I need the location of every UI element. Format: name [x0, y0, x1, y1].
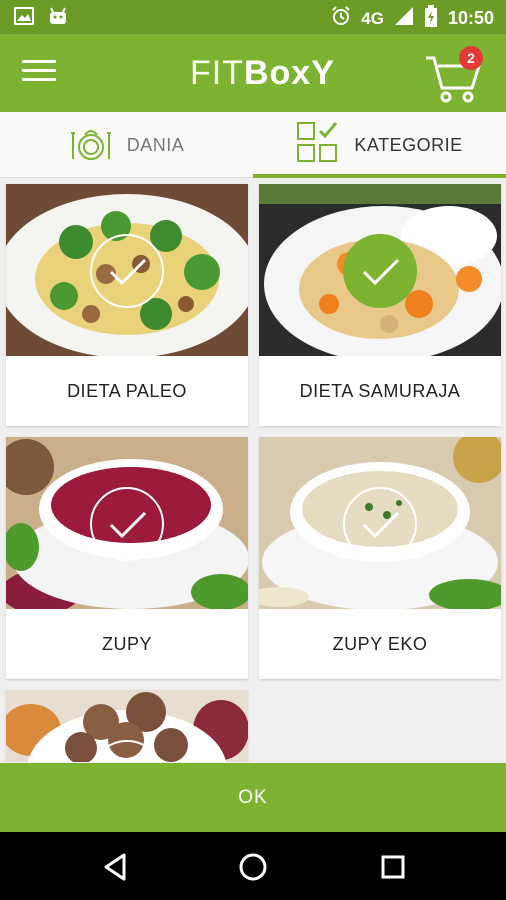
category-grid: DIETA PALEO DIETA SAMURAJA ZUPY ZUPY EKO — [0, 178, 506, 762]
logo-text-bold: BoxY — [243, 54, 335, 92]
recents-icon[interactable] — [376, 850, 410, 884]
ok-button[interactable]: OK — [0, 763, 506, 832]
category-card-zupy[interactable]: ZUPY — [6, 437, 248, 679]
back-icon[interactable] — [98, 850, 132, 884]
category-card-dieta-samuraja[interactable]: DIETA SAMURAJA — [259, 184, 501, 426]
tab-kategorie[interactable]: KATEGORIE — [253, 112, 506, 178]
category-card-5[interactable] — [6, 690, 248, 762]
selection-indicator — [343, 487, 417, 561]
signal-icon — [394, 6, 414, 31]
categories-grid-icon — [296, 121, 340, 170]
category-label: DIETA SAMURAJA — [299, 380, 461, 401]
category-label: ZUPY EKO — [332, 633, 428, 654]
tab-dania[interactable]: DANIA — [0, 112, 253, 178]
battery-icon — [424, 5, 438, 32]
category-photo — [259, 437, 501, 609]
selection-indicator — [90, 234, 164, 308]
category-photo — [259, 184, 501, 356]
image-icon — [14, 7, 34, 30]
alarm-icon — [331, 6, 351, 31]
system-nav-bar — [0, 832, 506, 900]
selection-indicator — [343, 234, 417, 308]
plate-icon — [69, 125, 113, 166]
app-bar: FITBoxY 2 — [0, 34, 506, 112]
category-photo — [6, 437, 248, 609]
logo-text-thin: FIT — [190, 54, 244, 92]
tab-label: KATEGORIE — [354, 134, 463, 155]
category-label: DIETA PALEO — [67, 380, 187, 401]
app-logo: FITBoxY — [190, 54, 335, 94]
category-card-zupy-eko[interactable]: ZUPY EKO — [259, 437, 501, 679]
cart-icon — [424, 56, 486, 110]
selection-indicator — [90, 487, 164, 561]
category-photo — [6, 690, 248, 762]
category-label: ZUPY — [101, 633, 152, 654]
category-card-dieta-paleo[interactable]: DIETA PALEO — [6, 184, 248, 426]
category-photo — [6, 184, 248, 356]
status-bar: 4G 10:50 — [0, 0, 506, 34]
android-icon — [48, 7, 68, 30]
tab-label: DANIA — [126, 134, 185, 155]
cart-button[interactable]: 2 — [424, 44, 486, 104]
menu-icon[interactable] — [22, 60, 56, 86]
home-icon[interactable] — [236, 850, 270, 884]
network-type: 4G — [361, 8, 384, 28]
clock: 10:50 — [447, 8, 494, 28]
tab-bar: DANIA KATEGORIE — [0, 112, 506, 178]
cart-count-badge: 2 — [459, 46, 483, 70]
